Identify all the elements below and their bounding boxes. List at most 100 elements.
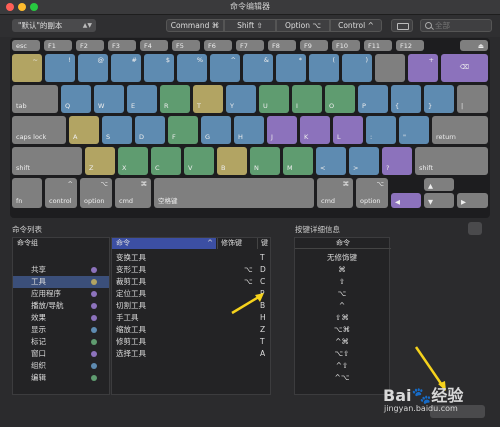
modifier-row[interactable]: ⌥: [295, 288, 389, 300]
key-left-option[interactable]: ⌥ option: [80, 178, 112, 208]
key-t[interactable]: T: [193, 85, 223, 113]
key-tab[interactable]: tab: [12, 85, 58, 113]
key-f2[interactable]: F2: [76, 40, 104, 51]
key-equal[interactable]: +: [408, 54, 438, 82]
modifier-row[interactable]: 无修饰键: [295, 252, 389, 264]
key-eject[interactable]: ⏏: [460, 40, 488, 51]
key-esc[interactable]: esc: [12, 40, 40, 51]
group-item[interactable]: 应用程序: [13, 288, 109, 300]
key-f12[interactable]: F12: [396, 40, 424, 51]
group-item[interactable]: 标记: [13, 336, 109, 348]
key-3[interactable]: #: [111, 54, 141, 82]
key-i[interactable]: I: [292, 85, 322, 113]
key-left-bracket[interactable]: {: [391, 85, 421, 113]
key-7[interactable]: &: [243, 54, 273, 82]
modifier-row[interactable]: ^⇧: [295, 360, 389, 372]
key-quote[interactable]: ": [399, 116, 429, 144]
key-k[interactable]: K: [300, 116, 330, 144]
key-f1[interactable]: F1: [44, 40, 72, 51]
group-item[interactable]: 窗口: [13, 348, 109, 360]
key-8[interactable]: *: [276, 54, 306, 82]
column-header-command[interactable]: 命令 ^: [112, 238, 216, 249]
key-tilde[interactable]: ~: [12, 54, 42, 82]
key-h[interactable]: H: [234, 116, 264, 144]
modifier-row[interactable]: ⌥⌘: [295, 324, 389, 336]
key-v[interactable]: V: [184, 147, 214, 175]
key-4[interactable]: $: [144, 54, 174, 82]
key-w[interactable]: W: [94, 85, 124, 113]
key-f11[interactable]: F11: [364, 40, 392, 51]
search-input[interactable]: [435, 20, 490, 31]
key-f4[interactable]: F4: [140, 40, 168, 51]
key-q[interactable]: Q: [61, 85, 91, 113]
table-row[interactable]: 变形工具 ⌥ D: [112, 264, 270, 276]
modifier-row[interactable]: ⌥⇧: [295, 348, 389, 360]
modifier-control-button[interactable]: Control ^: [330, 19, 382, 32]
table-row[interactable]: 变换工具 T: [112, 252, 270, 264]
table-row[interactable]: 选择工具 A: [112, 348, 270, 360]
key-s[interactable]: S: [102, 116, 132, 144]
add-button[interactable]: [468, 222, 482, 235]
modifier-shift-button[interactable]: Shift ⇧: [224, 19, 276, 32]
key-5[interactable]: %: [177, 54, 207, 82]
group-item[interactable]: 显示: [13, 324, 109, 336]
modifier-row[interactable]: ⇧: [295, 276, 389, 288]
key-right-shift[interactable]: shift: [415, 147, 488, 175]
key-f3[interactable]: F3: [108, 40, 136, 51]
key-delete[interactable]: ⌫: [441, 54, 488, 82]
modifier-command-button[interactable]: Command ⌘: [166, 19, 224, 32]
key-e[interactable]: E: [127, 85, 157, 113]
key-space[interactable]: 空格键: [154, 178, 314, 208]
key-period[interactable]: >: [349, 147, 379, 175]
column-header-key[interactable]: 键: [257, 238, 272, 249]
key-right-bracket[interactable]: }: [424, 85, 454, 113]
modifier-row[interactable]: ⇧⌘: [295, 312, 389, 324]
group-item[interactable]: 效果: [13, 312, 109, 324]
key-f5[interactable]: F5: [172, 40, 200, 51]
key-z[interactable]: Z: [85, 147, 115, 175]
key-u[interactable]: U: [259, 85, 289, 113]
key-f[interactable]: F: [168, 116, 198, 144]
modifier-row[interactable]: ⌘: [295, 264, 389, 276]
key-d[interactable]: D: [135, 116, 165, 144]
key-comma[interactable]: <: [316, 147, 346, 175]
key-y[interactable]: Y: [226, 85, 256, 113]
key-c[interactable]: C: [151, 147, 181, 175]
key-f10[interactable]: F10: [332, 40, 360, 51]
key-6[interactable]: ^: [210, 54, 240, 82]
key-n[interactable]: N: [250, 147, 280, 175]
key-r[interactable]: R: [160, 85, 190, 113]
modifier-row[interactable]: ^: [295, 300, 389, 312]
group-item[interactable]: 编辑: [13, 372, 109, 384]
group-item[interactable]: 组织: [13, 360, 109, 372]
key-j[interactable]: J: [267, 116, 297, 144]
key-f6[interactable]: F6: [204, 40, 232, 51]
key-m[interactable]: M: [283, 147, 313, 175]
key-left-arrow[interactable]: ◀: [391, 193, 421, 208]
keyboard-highlight-button[interactable]: [391, 19, 413, 32]
group-item-selected[interactable]: 工具: [13, 276, 109, 288]
table-row[interactable]: 修剪工具 T: [112, 336, 270, 348]
key-f8[interactable]: F8: [268, 40, 296, 51]
key-control[interactable]: ^ control: [45, 178, 77, 208]
key-9[interactable]: (: [309, 54, 339, 82]
key-left-cmd[interactable]: ⌘ cmd: [115, 178, 151, 208]
key-f9[interactable]: F9: [300, 40, 328, 51]
key-p[interactable]: P: [358, 85, 388, 113]
modifier-row[interactable]: ^⌥: [295, 372, 389, 384]
key-minus[interactable]: [375, 54, 405, 82]
key-slash[interactable]: ?: [382, 147, 412, 175]
table-row[interactable]: 缩放工具 Z: [112, 324, 270, 336]
modifier-row[interactable]: ^⌘: [295, 336, 389, 348]
key-1[interactable]: !: [45, 54, 75, 82]
key-up-arrow[interactable]: ▲: [424, 178, 454, 191]
group-item[interactable]: 播放/导航: [13, 300, 109, 312]
key-0[interactable]: ): [342, 54, 372, 82]
preset-select[interactable]: "默认"的副本 ▲▼: [12, 19, 96, 32]
modifier-option-button[interactable]: Option ⌥: [276, 19, 330, 32]
key-right-arrow[interactable]: ▶: [457, 193, 488, 208]
key-semicolon[interactable]: :: [366, 116, 396, 144]
group-item[interactable]: 共享: [13, 264, 109, 276]
key-g[interactable]: G: [201, 116, 231, 144]
key-b[interactable]: B: [217, 147, 247, 175]
